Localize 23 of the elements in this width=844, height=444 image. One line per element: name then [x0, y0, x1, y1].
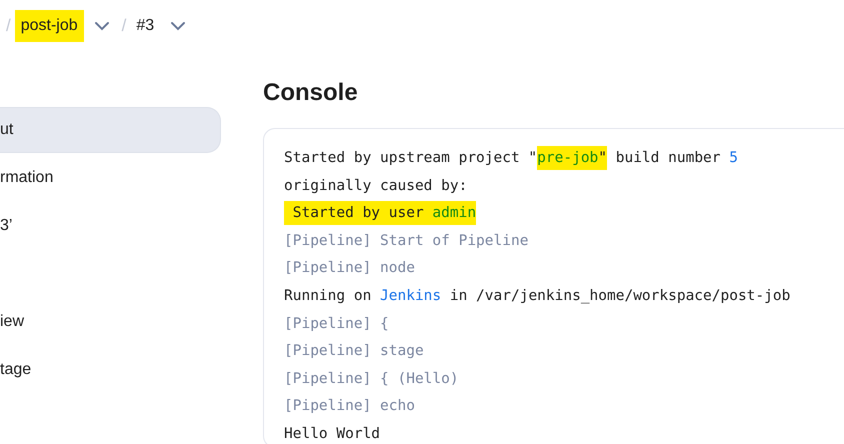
- console-line: [Pipeline] stage: [284, 342, 425, 362]
- console-line: [Pipeline] Start of Pipeline: [284, 232, 530, 251]
- breadcrumb-link[interactable]: #3: [130, 10, 160, 42]
- console-line: Hello World: [284, 424, 382, 444]
- console-line: [Pipeline] {: [284, 314, 390, 334]
- console-line: Running on Jenkins in /var/jenkins_home/workspace/post-job: [284, 286, 792, 306]
- console-line: [Pipeline] node: [284, 259, 416, 278]
- sidebar-item[interactable]: rmation: [0, 155, 221, 201]
- chevron-down-icon[interactable]: [170, 21, 186, 31]
- console-line: [Pipeline] echo: [284, 397, 416, 416]
- sidebar-item[interactable]: 3’: [0, 203, 221, 249]
- console-line: originally caused by:: [284, 176, 468, 196]
- breadcrumb-separator: /: [6, 15, 11, 38]
- chevron-down-icon[interactable]: [94, 21, 110, 31]
- breadcrumb-separator: /: [122, 15, 126, 38]
- sidebar-item[interactable]: iew: [0, 299, 221, 345]
- sidebar-item[interactable]: ut: [0, 107, 221, 153]
- console-line: [Pipeline] { (Hello): [284, 370, 460, 389]
- console-line: Started by user admin: [284, 200, 844, 228]
- console-line: Started by upstream project "pre-job" build number 5: [284, 145, 844, 173]
- sidebar-item[interactable]: tage: [0, 347, 221, 393]
- breadcrumb-link[interactable]: post-job: [14, 10, 84, 42]
- page-title: Console: [263, 78, 359, 108]
